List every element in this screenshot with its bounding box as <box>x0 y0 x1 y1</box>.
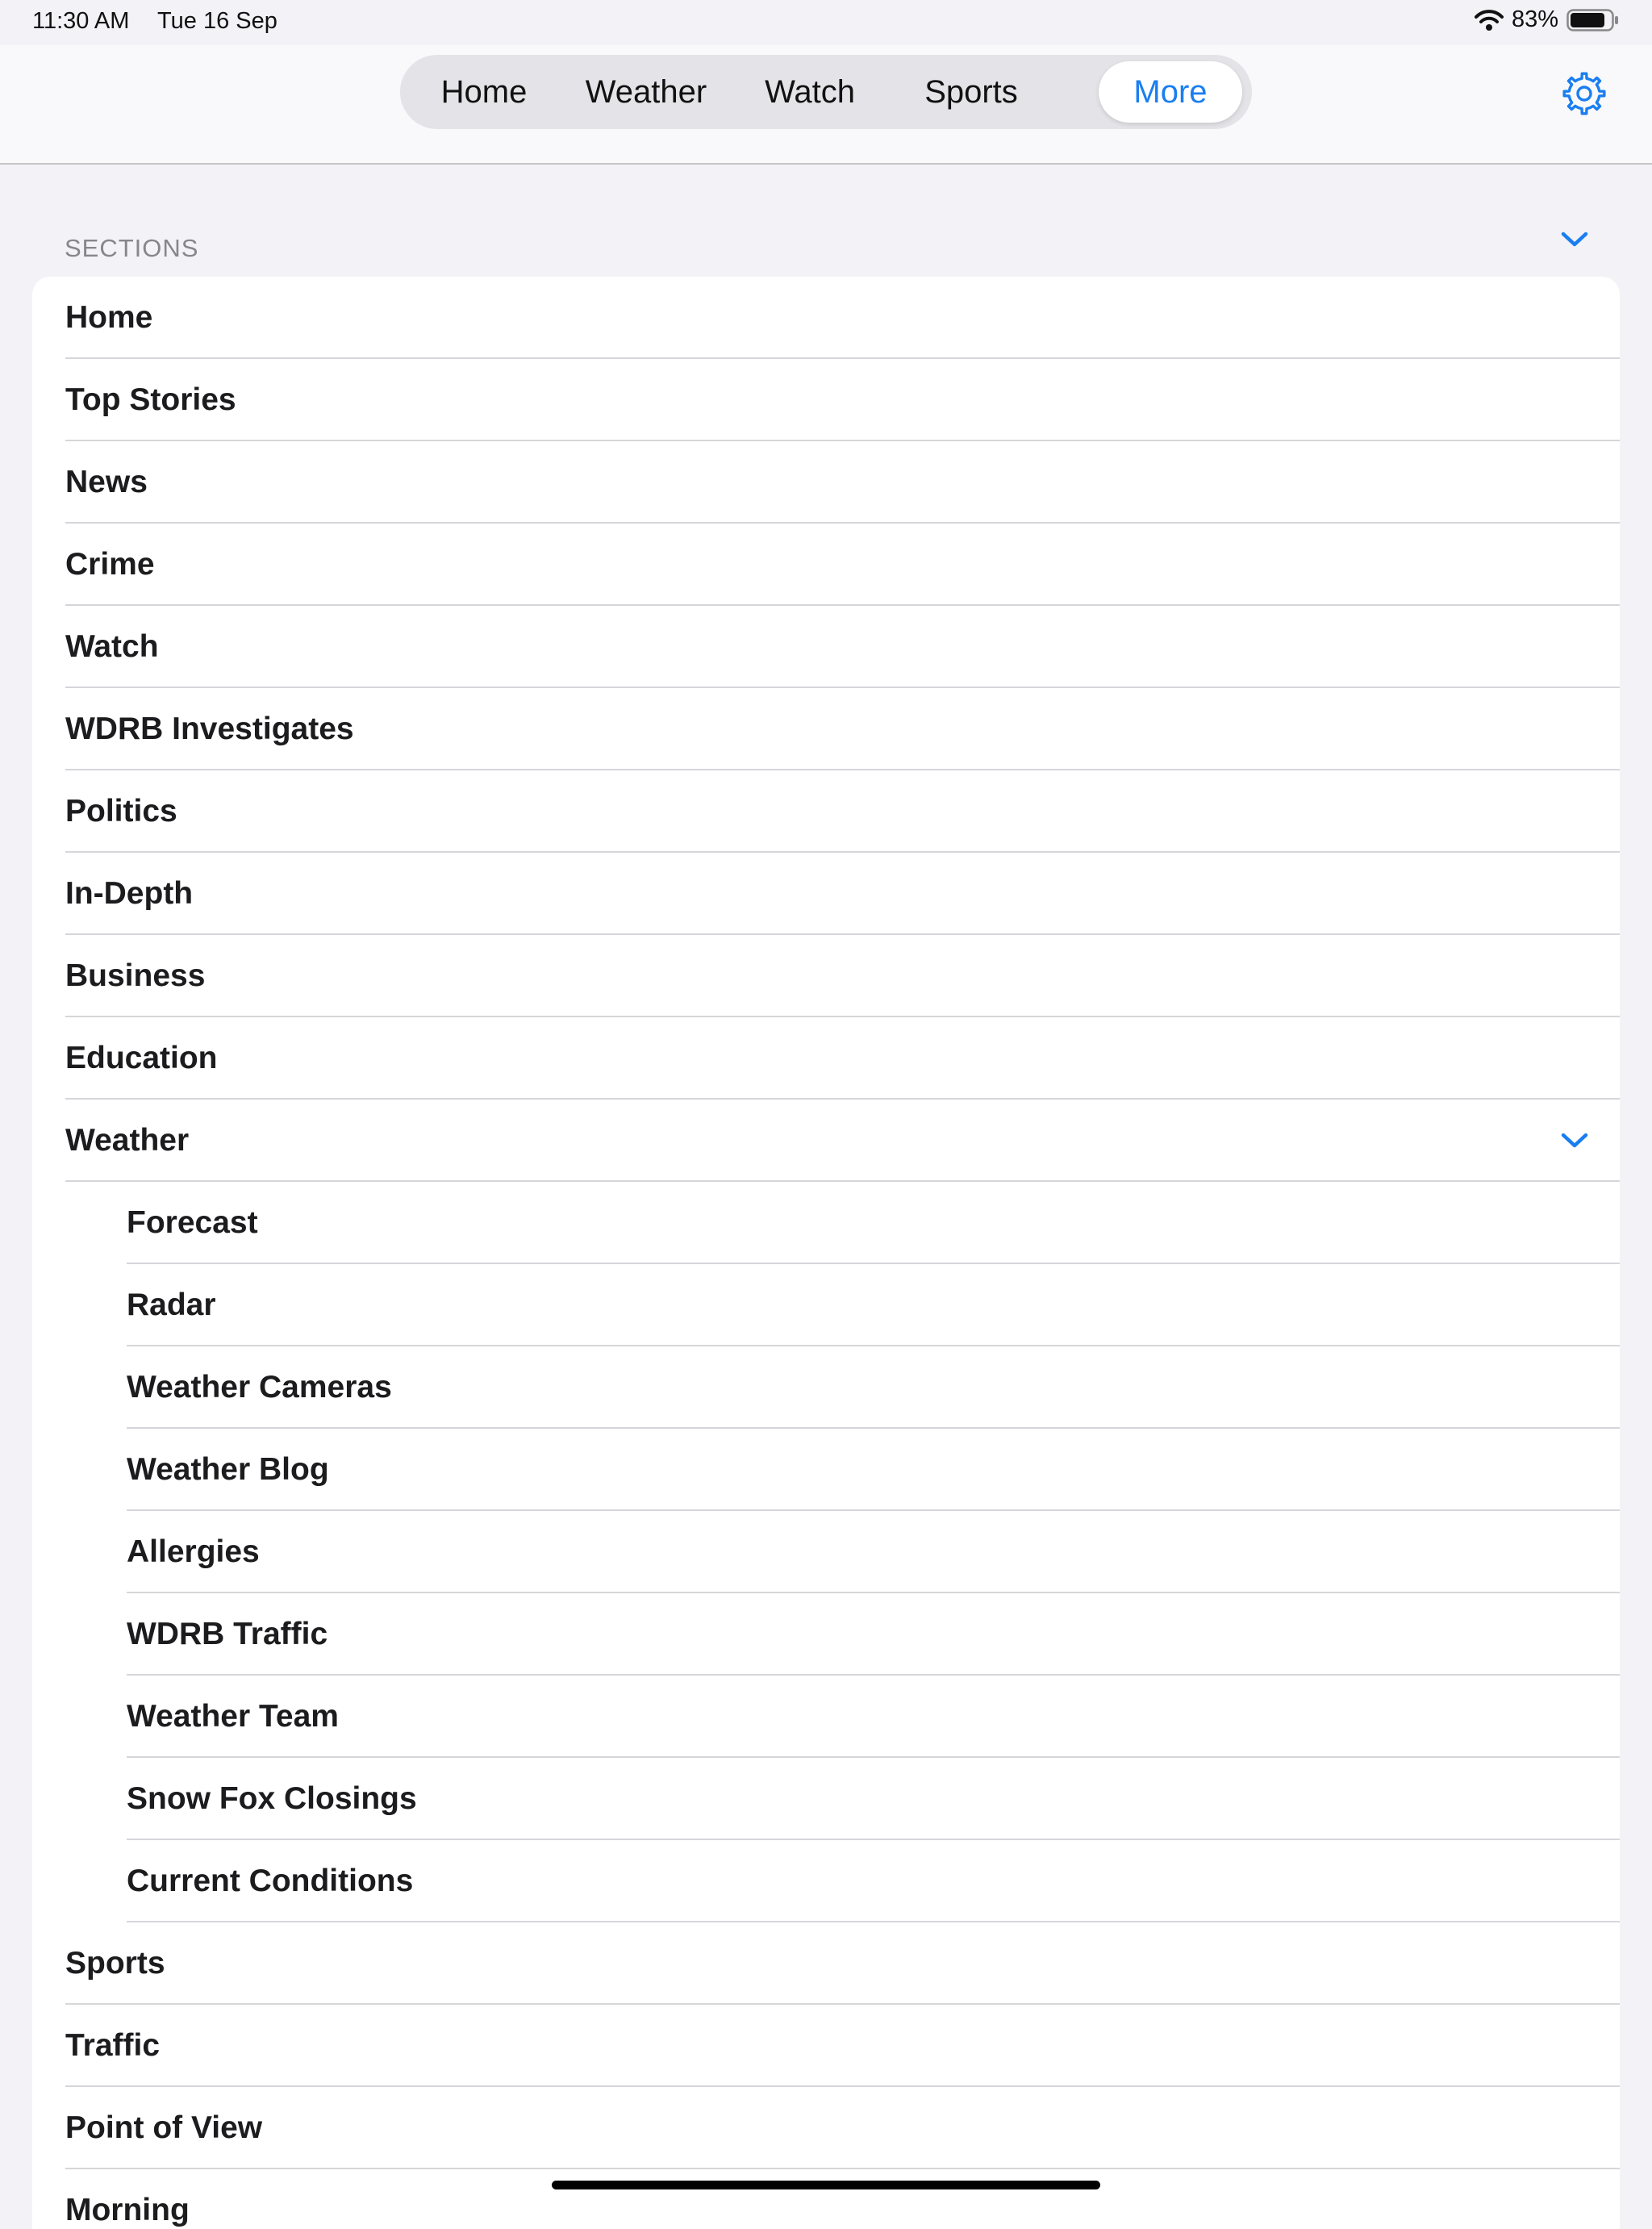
section-item-in-depth[interactable]: In-Depth <box>32 853 1620 935</box>
section-item-point-of-view[interactable]: Point of View <box>32 2087 1620 2169</box>
top-navigation-bar: Home Weather Watch Sports More <box>0 45 1652 165</box>
tab-home[interactable]: Home <box>419 61 549 123</box>
subsection-item-wdrb-traffic[interactable]: WDRB Traffic <box>32 1593 1620 1676</box>
section-item-label: Politics <box>65 794 177 829</box>
section-item-label: Radar <box>127 1288 216 1322</box>
section-item-label: Crime <box>65 547 155 582</box>
section-item-label: Current Conditions <box>127 1864 414 1898</box>
section-item-label: WDRB Traffic <box>127 1617 328 1651</box>
sections-collapse-button[interactable] <box>1558 227 1591 252</box>
section-item-label: In-Depth <box>65 876 194 911</box>
tab-bar: Home Weather Watch Sports More <box>400 55 1252 129</box>
section-item-label: Top Stories <box>65 382 236 417</box>
battery-icon <box>1566 8 1620 32</box>
section-item-watch[interactable]: Watch <box>32 606 1620 688</box>
subsection-item-allergies[interactable]: Allergies <box>32 1511 1620 1593</box>
chevron-down-icon <box>1558 232 1591 255</box>
sections-header: SECTIONS <box>65 234 199 262</box>
section-item-label: Weather Cameras <box>127 1370 392 1405</box>
section-item-sports[interactable]: Sports <box>32 1922 1620 2005</box>
tab-sports[interactable]: Sports <box>897 61 1045 123</box>
battery-percent: 83% <box>1511 6 1558 32</box>
subsection-item-snow-fox-closings[interactable]: Snow Fox Closings <box>32 1758 1620 1840</box>
tab-weather[interactable]: Weather <box>569 61 723 123</box>
section-item-education[interactable]: Education <box>32 1017 1620 1100</box>
subsection-item-current-conditions[interactable]: Current Conditions <box>32 1840 1620 1922</box>
section-item-business[interactable]: Business <box>32 935 1620 1017</box>
section-item-morning[interactable]: Morning <box>32 2169 1620 2229</box>
section-item-label: Weather Blog <box>127 1452 329 1487</box>
subsection-item-weather-team[interactable]: Weather Team <box>32 1676 1620 1758</box>
section-item-label: Education <box>65 1041 218 1075</box>
section-item-crime[interactable]: Crime <box>32 524 1620 606</box>
subsection-item-weather-blog[interactable]: Weather Blog <box>32 1429 1620 1511</box>
settings-button[interactable] <box>1560 69 1608 118</box>
section-item-label: Weather <box>65 1123 190 1158</box>
section-item-label: Sports <box>65 1946 165 1981</box>
home-indicator <box>552 2181 1100 2189</box>
section-item-label: Point of View <box>65 2110 263 2145</box>
status-bar: 11:30 AM Tue 16 Sep 83% <box>0 0 1652 45</box>
section-item-traffic[interactable]: Traffic <box>32 2005 1620 2087</box>
section-item-weather[interactable]: Weather <box>32 1100 1620 1182</box>
section-item-label: News <box>65 465 148 499</box>
section-item-label: Weather Team <box>127 1699 339 1734</box>
subsection-item-radar[interactable]: Radar <box>32 1264 1620 1346</box>
tab-more[interactable]: More <box>1099 61 1242 123</box>
status-indicators: 83% <box>1474 6 1620 33</box>
tab-watch[interactable]: Watch <box>742 61 878 123</box>
section-item-label: Morning <box>65 2193 190 2227</box>
section-item-top-stories[interactable]: Top Stories <box>32 359 1620 441</box>
section-item-label: Business <box>65 958 206 993</box>
section-item-label: Watch <box>65 629 159 664</box>
subsection-item-forecast[interactable]: Forecast <box>32 1182 1620 1264</box>
section-item-label: Forecast <box>127 1205 258 1240</box>
section-item-wdrb-investigates[interactable]: WDRB Investigates <box>32 688 1620 770</box>
gear-icon <box>1560 72 1608 121</box>
sections-list: Home Top Stories News Crime Watch WDRB Invest… <box>32 277 1620 2229</box>
section-item-label: Allergies <box>127 1534 260 1569</box>
wifi-icon <box>1474 9 1504 31</box>
chevron-down-icon[interactable] <box>1558 1129 1591 1153</box>
section-item-label: WDRB Investigates <box>65 712 354 746</box>
subsection-item-weather-cameras[interactable]: Weather Cameras <box>32 1346 1620 1429</box>
section-item-news[interactable]: News <box>32 441 1620 524</box>
section-item-politics[interactable]: Politics <box>32 770 1620 853</box>
section-item-label: Traffic <box>65 2028 161 2063</box>
section-item-label: Snow Fox Closings <box>127 1781 417 1816</box>
section-item-home[interactable]: Home <box>32 277 1620 359</box>
section-item-label: Home <box>65 300 153 335</box>
status-time: 11:30 AM <box>32 8 130 34</box>
status-date: Tue 16 Sep <box>157 8 277 34</box>
